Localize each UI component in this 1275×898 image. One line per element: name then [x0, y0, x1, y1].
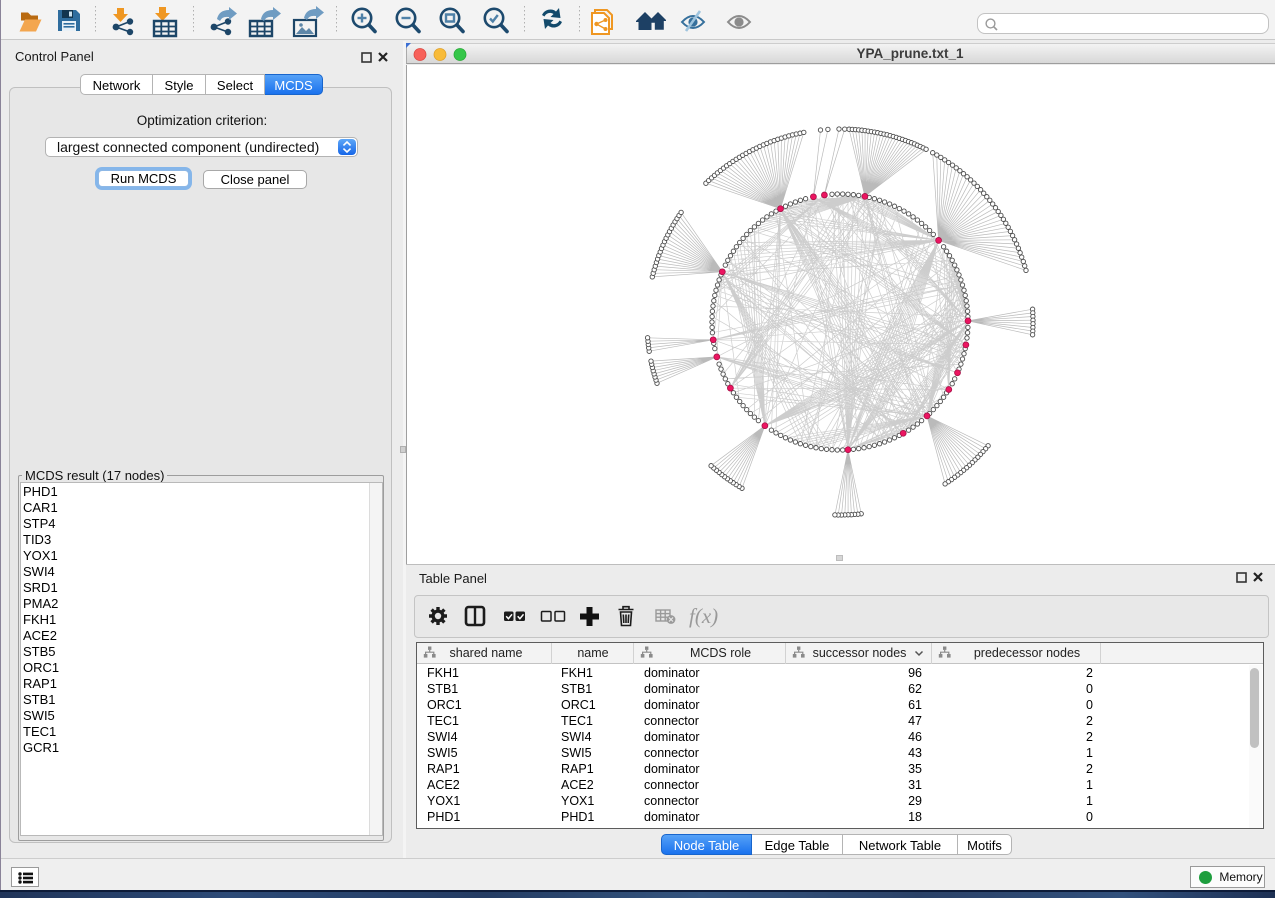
svg-text:f(x): f(x) [689, 604, 718, 628]
